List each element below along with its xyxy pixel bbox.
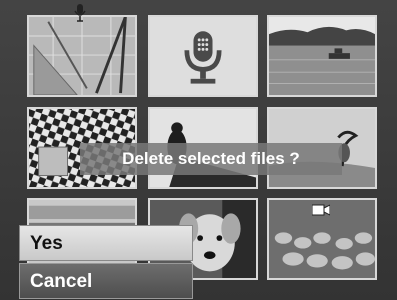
thumbnail-drafting-tools[interactable]	[27, 15, 137, 97]
thumbnail-voice-memo[interactable]	[148, 15, 258, 97]
microphone-icon	[184, 31, 222, 84]
playback-screen: Delete selected files ? Yes Cancel	[0, 0, 397, 300]
video-clip-badge-icon	[312, 204, 330, 216]
thumbnail-lake-boat[interactable]	[267, 15, 377, 97]
cancel-button[interactable]: Cancel	[19, 263, 193, 299]
delete-confirmation-message: Delete selected files ?	[80, 143, 342, 175]
voice-memo-badge-icon	[74, 4, 86, 22]
yes-button[interactable]: Yes	[19, 225, 193, 261]
